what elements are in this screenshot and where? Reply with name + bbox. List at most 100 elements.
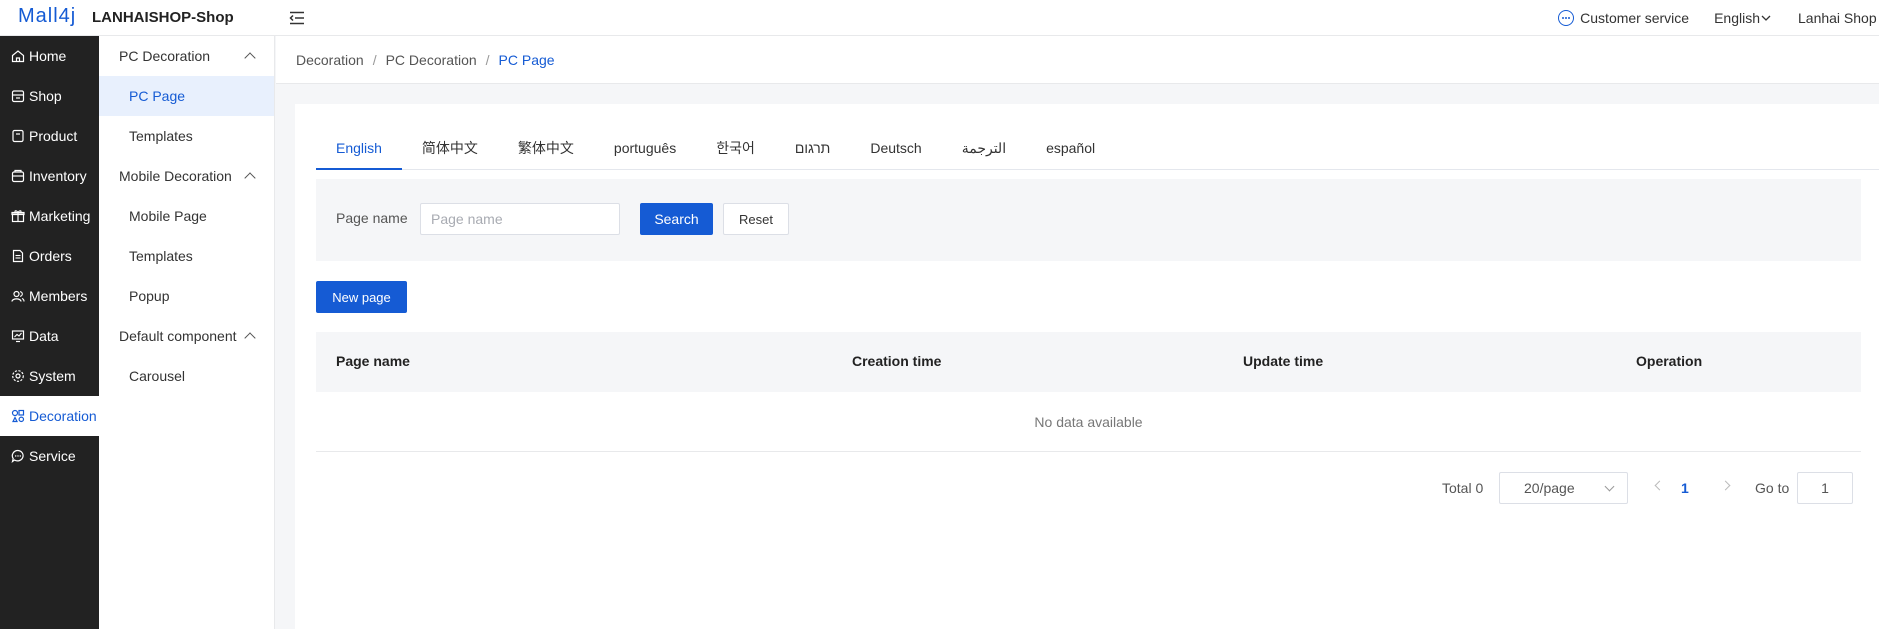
nav-label: Shop [29,88,62,104]
chat-icon [11,449,24,463]
nav-label: Service [29,448,76,464]
tab-arabic[interactable]: الترجمة [942,130,1026,170]
users-icon [11,290,25,302]
column-header-update-time: Update time [1243,353,1324,369]
column-header-page-name: Page name [336,353,410,369]
document-icon [12,249,24,263]
page-name-label: Page name [336,210,408,226]
nav-label: Product [29,128,78,144]
breadcrumb-item[interactable]: Decoration [296,52,364,68]
tab-simplified-chinese[interactable]: 简体中文 [402,130,498,170]
tab-portuguese[interactable]: português [594,130,696,170]
next-page-icon[interactable] [1720,480,1731,491]
pagination: Total 0 20/page 1 Go to [295,472,1879,504]
shop-icon [11,90,25,103]
gift-icon [11,210,25,223]
tab-hebrew[interactable]: תרגום [775,130,851,170]
chart-icon [11,330,25,343]
subnav-group-mobile-decoration[interactable]: Mobile Decoration [99,156,274,196]
gear-icon [12,370,24,382]
subnav-group-label: Mobile Decoration [119,168,232,184]
subnav-group-label: PC Decoration [119,48,211,64]
prev-page-icon[interactable] [1654,480,1665,491]
nav-label: Members [29,288,88,304]
column-header-creation-time: Creation time [852,353,942,369]
decoration-icon [11,409,25,423]
goto-label: Go to [1755,480,1790,496]
collapse-menu-icon[interactable] [288,9,306,27]
shop-name: LANHAISHOP-Shop [92,9,234,26]
total-count: Total 0 [1442,480,1484,496]
chevron-up-icon [244,332,256,344]
nav-item-home[interactable]: Home [0,36,99,76]
chevron-down-icon [1604,481,1615,492]
nav-label: Marketing [29,208,91,224]
breadcrumb-current: PC Page [498,51,555,68]
subnav-item-mobile-page[interactable]: Mobile Page [99,196,274,236]
chevron-down-icon [1761,15,1771,21]
nav-label: Inventory [29,168,87,184]
language-selector[interactable]: English [1714,10,1772,26]
app-logo[interactable]: Mall4j [18,5,76,31]
search-form: Page name Search Reset [316,179,1861,261]
subnav-item-pc-templates[interactable]: Templates [99,116,274,156]
nav-label: Data [29,328,59,344]
subnav-item-carousel[interactable]: Carousel [99,356,274,396]
nav-item-product[interactable]: Product [0,116,99,156]
nav-item-shop[interactable]: Shop [0,76,99,116]
product-icon [12,129,24,143]
subnav-item-pc-page[interactable]: PC Page [99,76,274,116]
subnav-group-default-component[interactable]: Default component [99,316,274,356]
subnav-item-popup[interactable]: Popup [99,276,274,316]
breadcrumb-item[interactable]: PC Decoration [386,52,477,68]
goto-page-input[interactable] [1797,472,1853,504]
nav-item-decoration[interactable]: Decoration [0,396,99,436]
content-panel: English 简体中文 繁体中文 português 한국어 תרגום De… [295,104,1879,629]
sub-sidebar: PC Decoration PC Page Templates Mobile D… [99,36,275,629]
tab-german[interactable]: Deutsch [850,130,941,170]
nav-item-members[interactable]: Members [0,276,99,316]
search-button[interactable]: Search [640,203,713,235]
main-sidebar: Home Shop Product Inventory Marketing Or… [0,36,99,629]
chat-bubble-icon [1558,10,1575,26]
nav-item-inventory[interactable]: Inventory [0,156,99,196]
subnav-group-label: Default component [119,328,237,344]
nav-item-system[interactable]: System [0,356,99,396]
chevron-up-icon [244,172,256,184]
page-name-input[interactable] [420,203,620,235]
reset-button[interactable]: Reset [723,203,789,235]
tab-korean[interactable]: 한국어 [696,130,775,170]
page-size-value: 20/page [1524,480,1575,496]
breadcrumb-separator: / [372,51,377,68]
language-label: English [1714,10,1760,26]
user-menu[interactable]: Lanhai Shop [1798,10,1879,26]
subnav-item-mobile-templates[interactable]: Templates [99,236,274,276]
nav-label: Orders [29,248,72,264]
nav-item-marketing[interactable]: Marketing [0,196,99,236]
nav-item-service[interactable]: Service [0,436,99,476]
new-page-button[interactable]: New page [316,281,407,313]
top-bar: Mall4j LANHAISHOP-Shop Customer service … [0,0,1879,36]
page-number[interactable]: 1 [1681,480,1689,496]
pages-table: Page name Creation time Update time Oper… [316,332,1861,452]
subnav-group-pc-decoration[interactable]: PC Decoration [99,36,274,76]
tab-english[interactable]: English [316,130,402,170]
table-header: Page name Creation time Update time Oper… [316,332,1861,392]
breadcrumb-separator: / [485,51,490,68]
nav-label: Home [29,48,67,64]
empty-state: No data available [316,392,1861,452]
page-size-select[interactable]: 20/page [1499,472,1628,504]
nav-item-orders[interactable]: Orders [0,236,99,276]
chevron-up-icon [244,52,256,64]
nav-label: Decoration [29,408,97,424]
tab-spanish[interactable]: español [1026,130,1115,170]
customer-service-label: Customer service [1580,10,1690,26]
home-icon [11,50,25,63]
breadcrumb: Decoration / PC Decoration / PC Page [276,36,1879,84]
inventory-icon [11,169,25,183]
customer-service-link[interactable]: Customer service [1558,10,1689,26]
tab-traditional-chinese[interactable]: 繁体中文 [498,130,594,170]
nav-label: System [29,368,76,384]
nav-item-data[interactable]: Data [0,316,99,356]
language-tabs: English 简体中文 繁体中文 português 한국어 תרגום De… [316,130,1879,170]
